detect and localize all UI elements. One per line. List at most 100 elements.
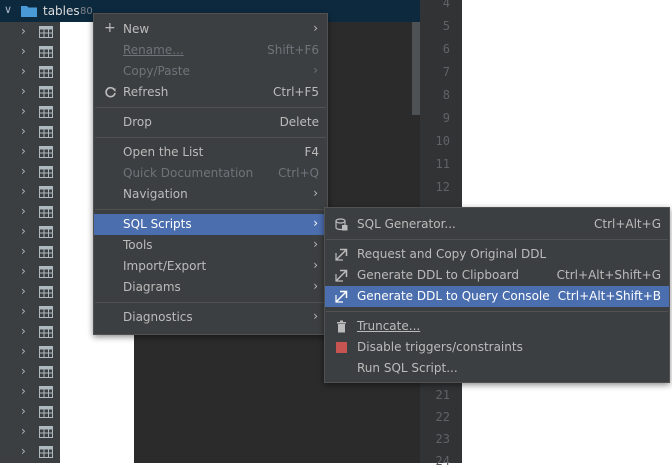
menu-item-copy-paste: Copy/Paste › [123,63,318,78]
tree-row-table[interactable]: › [0,442,60,462]
line-number: 10 [435,134,450,148]
table-icon [39,346,53,358]
menu-item-sql-scripts[interactable]: SQL Scripts › [94,214,327,235]
tree-row-table[interactable]: › [0,202,60,222]
table-icon [39,326,53,338]
menu-item-quick-documentation: Quick Documentation Ctrl+Q [123,166,319,180]
chevron-right-icon[interactable]: › [21,284,26,298]
chevron-right-icon: › [313,216,318,230]
line-number: 9 [442,111,450,125]
menu-separator [95,107,326,108]
chevron-down-icon[interactable]: ∨ [4,3,12,16]
menu-item-truncate[interactable]: Truncate... [325,316,669,337]
folder-icon [21,6,37,17]
table-icon [39,366,53,378]
tree-row-table[interactable]: › [0,262,60,282]
chevron-right-icon: › [313,258,318,272]
tree-row-table[interactable]: › [0,282,60,302]
chevron-right-icon: › [313,237,318,251]
chevron-right-icon[interactable]: › [21,64,26,78]
menu-separator [326,239,668,240]
line-number: 7 [442,65,450,79]
chevron-right-icon[interactable]: › [21,124,26,138]
chevron-right-icon[interactable]: › [21,444,26,458]
tree-row-table[interactable]: › [0,182,60,202]
tree-row-table[interactable]: › [0,422,60,442]
menu-item-tools[interactable]: Tools › [94,235,327,256]
chevron-right-icon[interactable]: › [21,344,26,358]
table-icon [39,86,53,98]
chevron-right-icon[interactable]: › [21,264,26,278]
table-icon [39,266,53,278]
tree-row-table[interactable]: › [0,82,60,102]
line-number: 12 [435,180,450,194]
tree-node-label: tables [43,4,80,18]
chevron-right-icon[interactable]: › [21,164,26,178]
tree-row-table[interactable]: › [0,102,60,122]
menu-item-generate-ddl-clipboard[interactable]: Generate DDL to Clipboard Ctrl+Alt+Shift… [325,265,669,286]
table-icon [39,386,53,398]
menu-item-refresh[interactable]: Refresh Ctrl+F5 [94,82,327,103]
tree-row-table[interactable]: › [0,62,60,82]
chevron-right-icon: › [313,186,318,200]
menu-item-disable-triggers[interactable]: Disable triggers/constraints [325,337,669,358]
menu-item-generate-ddl-console[interactable]: Generate DDL to Query Console Ctrl+Alt+S… [325,286,669,307]
tree-row-table[interactable]: › [0,22,60,42]
export-arrow-icon [335,290,348,303]
menu-item-new[interactable]: + New › [94,19,327,40]
menu-separator [95,209,326,210]
table-icon [39,126,53,138]
chevron-right-icon[interactable]: › [21,144,26,158]
chevron-right-icon[interactable]: › [21,244,26,258]
sql-generator-icon [335,218,348,231]
line-number: 11 [435,157,450,171]
table-icon [39,146,53,158]
table-icon [39,406,53,418]
menu-item-request-copy-ddl[interactable]: Request and Copy Original DDL [325,244,669,265]
menu-item-drop[interactable]: Drop Delete [94,112,327,133]
chevron-right-icon[interactable]: › [21,404,26,418]
tree-row-table[interactable]: › [0,342,60,362]
tree-row-table[interactable]: › [0,42,60,62]
chevron-right-icon[interactable]: › [21,364,26,378]
chevron-right-icon[interactable]: › [21,224,26,238]
tree-row-table[interactable]: › [0,242,60,262]
trash-icon [337,320,346,333]
tree-row-table[interactable]: › [0,322,60,342]
chevron-right-icon[interactable]: › [21,104,26,118]
tree-row-table[interactable]: › [0,382,60,402]
menu-item-navigation[interactable]: Navigation › [94,184,327,205]
menu-item-run-sql-script[interactable]: Run SQL Script... [325,358,669,379]
chevron-right-icon[interactable]: › [21,424,26,438]
menu-item-diagrams[interactable]: Diagrams › [94,277,327,298]
table-icon [39,286,53,298]
chevron-right-icon[interactable]: › [21,184,26,198]
tree-row-table[interactable]: › [0,222,60,242]
line-number: 21 [435,388,450,402]
tree-row-table[interactable]: › [0,142,60,162]
chevron-right-icon[interactable]: › [21,204,26,218]
table-icon [39,66,53,78]
chevron-right-icon[interactable]: › [21,304,26,318]
tree-row-table[interactable]: › [0,122,60,142]
line-number: 8 [442,88,450,102]
tree-row-table[interactable]: › [0,302,60,322]
tree-row-table[interactable]: › [0,402,60,422]
tree-row-table[interactable]: › [0,362,60,382]
table-icon [39,166,53,178]
chevron-right-icon[interactable]: › [21,84,26,98]
tree-row-table[interactable]: › [0,162,60,182]
chevron-right-icon[interactable]: › [21,384,26,398]
table-icon [39,26,53,38]
menu-item-open-list[interactable]: Open the List F4 [94,142,327,163]
menu-item-diagnostics[interactable]: Diagnostics › [94,307,327,328]
chevron-right-icon[interactable]: › [21,44,26,58]
line-number: 23 [435,432,450,446]
table-icon [39,226,53,238]
menu-item-sql-generator[interactable]: SQL Generator... Ctrl+Alt+G [325,214,669,235]
menu-separator [95,137,326,138]
menu-item-import-export[interactable]: Import/Export › [94,256,327,277]
chevron-right-icon[interactable]: › [21,324,26,338]
table-icon [39,426,53,438]
chevron-right-icon[interactable]: › [21,24,26,38]
